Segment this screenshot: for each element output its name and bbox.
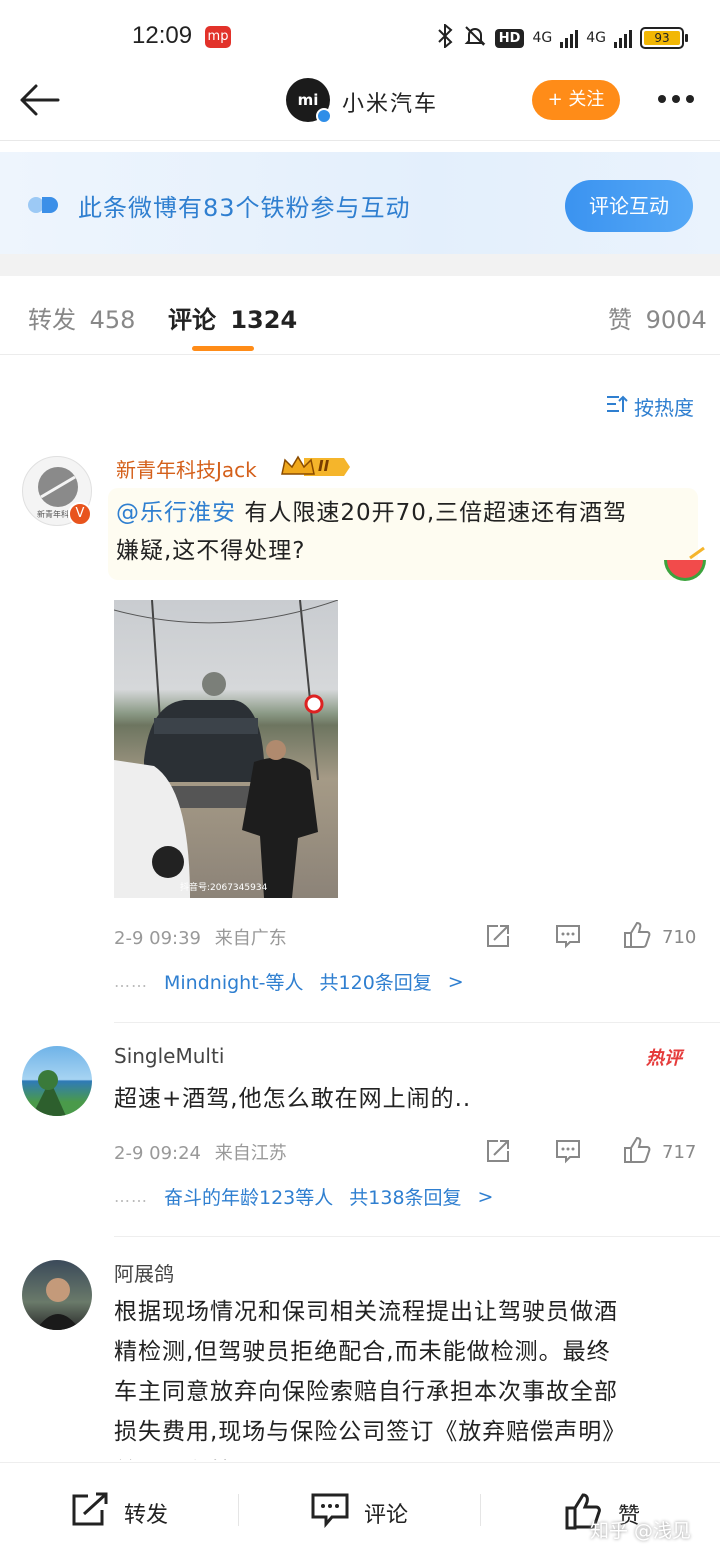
sort-by-hot-button[interactable]: 按热度	[606, 392, 694, 421]
divider	[114, 1236, 720, 1237]
comment-meta: 2-9 09:24 来自江苏	[114, 1139, 287, 1165]
mute-bell-icon	[463, 24, 487, 52]
tab-count: 9004	[645, 306, 707, 334]
commenter-name[interactable]: 阿展鸽	[114, 1258, 174, 1287]
watermelon-icon	[662, 546, 708, 586]
reply-count: 共120条回复	[319, 972, 432, 994]
status-bar: 12:09 mp HD 4G 4G 93	[0, 0, 720, 72]
tab-label: 赞	[608, 306, 632, 334]
repost-button[interactable]: 转发	[70, 1492, 168, 1534]
more-icon[interactable]	[658, 88, 700, 110]
comment-label: 评论	[364, 1503, 409, 1528]
tab-comments[interactable]: 评论 1324	[168, 300, 297, 335]
replies-link[interactable]: …… Mindnight-等人 共120条回复 >	[114, 968, 464, 995]
battery-level: 93	[644, 31, 680, 45]
divider	[238, 1494, 239, 1526]
comment-button[interactable]: 评论	[310, 1492, 408, 1534]
comment-line: 有人限速20开70,三倍超速还有酒驾	[244, 500, 628, 526]
comment-line: 嫌疑,这不得处理?	[116, 538, 306, 564]
avatar-caption: 新青年科	[37, 510, 69, 519]
tab-likes[interactable]: 赞 9004	[608, 300, 707, 335]
sort-label: 按热度	[634, 396, 694, 420]
photo-watermark: 抖音号:2067345934	[180, 883, 268, 893]
comment-location: 来自广东	[214, 928, 287, 949]
comment-text: 超速+酒驾,他怎么敢在网上闹的..	[114, 1086, 472, 1112]
comment-line: 精检测,但驾驶员拒绝配合,而未能做检测。最终	[114, 1339, 611, 1365]
comment-photo[interactable]: 抖音号:2067345934	[114, 600, 338, 898]
reply-count: 共138条回复	[349, 1187, 462, 1209]
reply-users: Mindnight-等人	[164, 972, 304, 994]
hd-icon: HD	[494, 28, 525, 48]
comment-icon[interactable]	[554, 922, 582, 954]
commenter-name[interactable]: 新青年科技Jack	[116, 454, 257, 483]
crown-level-badge: II	[280, 454, 350, 480]
section-gap	[0, 254, 720, 276]
thumbs-up-icon	[622, 920, 652, 955]
account-name[interactable]: 小米汽车	[342, 86, 438, 118]
back-arrow-icon[interactable]	[18, 80, 62, 120]
comment-interact-button[interactable]: 评论互动	[565, 180, 693, 232]
comment-line: 车主同意放弃向保险索赔自行承担本次事故全部	[114, 1379, 618, 1405]
share-icon[interactable]	[484, 1137, 512, 1169]
comment-location: 来自江苏	[214, 1143, 287, 1164]
tab-label: 评论	[168, 306, 216, 334]
follow-button[interactable]: + 关注	[532, 80, 620, 120]
banner-text: 此条微博有83个铁粉参与互动	[78, 194, 411, 222]
reply-users: 奋斗的年龄123等人	[164, 1187, 334, 1209]
status-icons: HD 4G 4G 93	[435, 22, 688, 52]
reply-dots: ……	[114, 972, 148, 991]
level-label: II	[318, 457, 330, 475]
chevron-right-icon: >	[477, 1185, 494, 1208]
network-label-2: 4G	[586, 30, 606, 46]
like-button[interactable]: 710	[622, 920, 696, 955]
tab-repost[interactable]: 转发 458	[28, 300, 135, 335]
share-icon[interactable]	[484, 922, 512, 954]
commenter-avatar[interactable]	[22, 1046, 92, 1116]
comment-line: 并记录留档。😅😅😅	[114, 1452, 714, 1460]
comment-line: 损失费用,现场与保险公司签订《放弃赔偿声明》	[114, 1419, 627, 1445]
thumbs-up-icon	[622, 1135, 652, 1170]
comment-icon	[310, 1492, 350, 1534]
like-count: 717	[662, 1142, 697, 1163]
clock: 12:09	[132, 22, 193, 49]
tab-count: 458	[89, 306, 136, 334]
verified-v-icon: V	[68, 502, 92, 526]
tab-label: 转发	[28, 306, 76, 334]
comment-time: 2-9 09:24	[114, 1143, 201, 1164]
notification-app-icon: mp	[205, 26, 231, 48]
hot-comment-badge: 热评	[646, 1048, 682, 1069]
commenter-avatar[interactable]	[22, 1260, 92, 1330]
active-tab-indicator	[192, 346, 254, 351]
chevron-right-icon: >	[447, 970, 464, 993]
repost-icon	[70, 1492, 110, 1534]
network-label: 4G	[532, 30, 553, 46]
comment-text: @乐行淮安 有人限速20开70,三倍超速还有酒驾 嫌疑,这不得处理?	[116, 494, 686, 570]
tab-count: 1324	[230, 306, 298, 334]
like-button[interactable]: 717	[622, 1135, 696, 1170]
divider	[480, 1494, 481, 1526]
verified-icon	[316, 108, 332, 124]
commenter-name[interactable]: SingleMulti	[114, 1044, 224, 1068]
mention-link[interactable]: @乐行淮安	[116, 500, 236, 526]
comment-line: 根据现场情况和保司相关流程提出让驾驶员做酒	[114, 1299, 618, 1325]
battery-icon: 93	[640, 27, 688, 49]
comment-text: 根据现场情况和保司相关流程提出让驾驶员做酒 精检测,但驾驶员拒绝配合,而未能做检…	[114, 1292, 714, 1460]
signal-icon-2	[614, 28, 632, 48]
replies-link[interactable]: …… 奋斗的年龄123等人 共138条回复 >	[114, 1183, 493, 1210]
zhihu-watermark: 知乎 @浅见	[590, 1520, 692, 1542]
signal-icon	[560, 28, 579, 48]
divider	[0, 140, 720, 141]
repost-label: 转发	[124, 1503, 169, 1528]
like-count: 710	[662, 927, 697, 948]
comment-icon[interactable]	[554, 1137, 582, 1169]
fans-icon	[28, 195, 62, 215]
divider	[114, 1022, 720, 1023]
bluetooth-icon	[435, 22, 455, 52]
comment-meta: 2-9 09:39 来自广东	[114, 924, 287, 950]
divider	[0, 354, 720, 355]
reply-dots: ……	[114, 1187, 148, 1206]
comment-time: 2-9 09:39	[114, 928, 201, 949]
sort-icon	[606, 394, 628, 419]
